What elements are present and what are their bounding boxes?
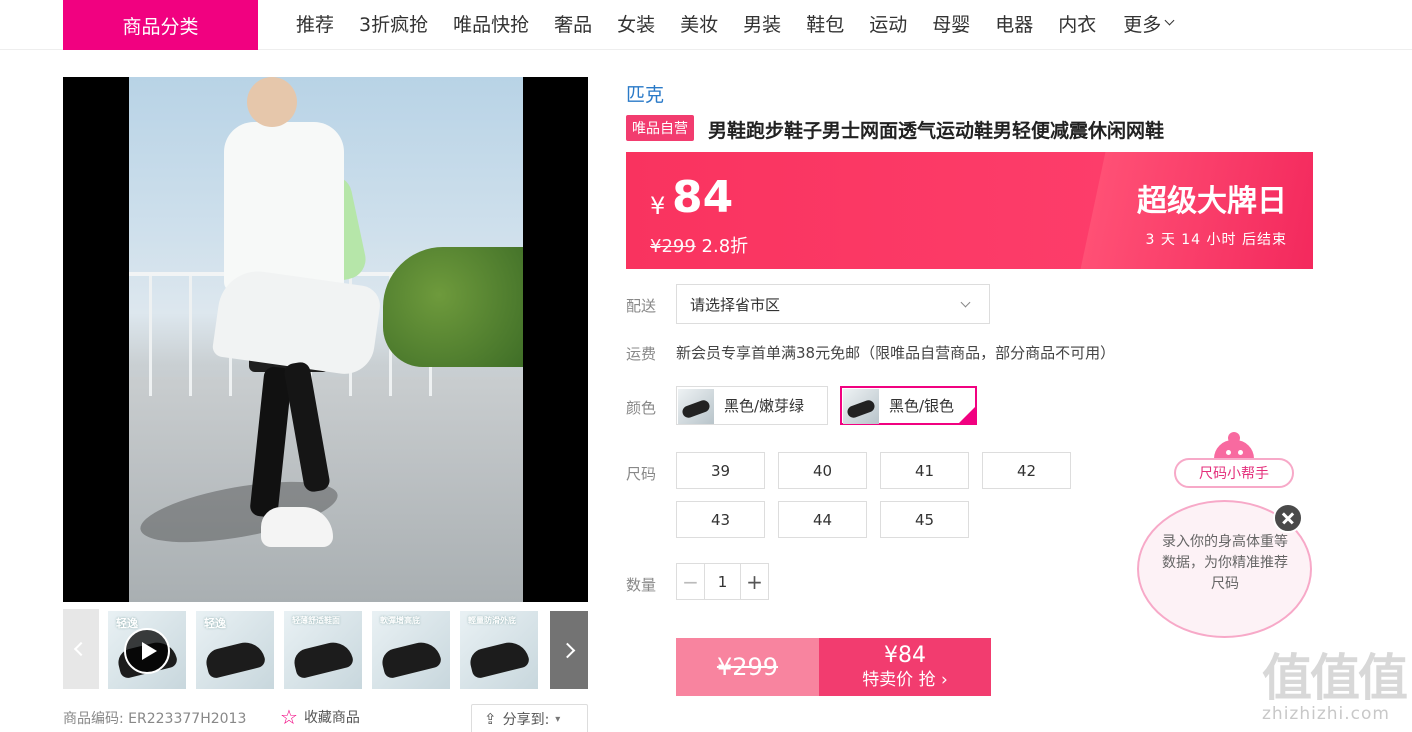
- thumbnail-4[interactable]: 軟彈增高底: [372, 611, 450, 689]
- chevron-down-icon: [960, 297, 971, 308]
- size-option-39[interactable]: 39: [676, 452, 765, 489]
- thumbnail-prev-button[interactable]: [63, 609, 99, 689]
- countdown: 3 天 14 小时 后结束: [1145, 232, 1287, 248]
- currency-symbol: ¥: [650, 192, 666, 220]
- quantity-stepper: − 1 +: [676, 563, 769, 600]
- close-icon[interactable]: [1273, 503, 1303, 533]
- color-option-label: 黑色/嫩芽绿: [724, 397, 805, 415]
- nav-more[interactable]: 更多: [1123, 10, 1175, 37]
- nav-more-label: 更多: [1123, 13, 1162, 36]
- original-price-button[interactable]: ¥299: [676, 638, 819, 696]
- thumbnail-2[interactable]: 轻逸: [196, 611, 274, 689]
- watermark-url: zhizhizhi.com: [1262, 704, 1390, 724]
- chevron-down-icon: [1164, 15, 1175, 26]
- color-swatch: [678, 388, 714, 424]
- size-option-40[interactable]: 40: [778, 452, 867, 489]
- size-helper-button[interactable]: 尺码小帮手: [1174, 458, 1294, 488]
- share-button[interactable]: ⇪ 分享到: ▾: [471, 704, 588, 732]
- self-operated-badge: 唯品自营: [626, 115, 694, 141]
- thumbnail-video[interactable]: 轻逸: [108, 611, 186, 689]
- size-option-42[interactable]: 42: [982, 452, 1071, 489]
- buy-now-button[interactable]: ¥84 特卖价 抢 ›: [819, 638, 991, 696]
- region-select-value: 请选择省市区: [690, 295, 781, 314]
- color-option-label: 黑色/银色: [889, 397, 955, 415]
- size-option-41[interactable]: 41: [880, 452, 969, 489]
- color-label: 颜色: [626, 399, 657, 417]
- thumbnail-5[interactable]: 輕量防滑外底: [460, 611, 538, 689]
- current-price: 84: [672, 172, 734, 223]
- buy-original-price: ¥299: [716, 653, 779, 681]
- thumbnail-caption: 輕量防滑外底: [468, 616, 516, 625]
- main-product-image[interactable]: [63, 77, 588, 602]
- thumbnail-3[interactable]: 轻薄舒适鞋面: [284, 611, 362, 689]
- nav-item-luxury[interactable]: 奢品: [554, 10, 592, 37]
- buy-action-label: 特卖价 抢 ›: [862, 670, 948, 690]
- quantity-minus-button[interactable]: −: [677, 564, 705, 599]
- nav-item-flash-30[interactable]: 3折疯抢: [359, 10, 428, 37]
- nav-item-men[interactable]: 男装: [743, 10, 781, 37]
- nav-items: 推荐 3折疯抢 唯品快抢 奢品 女装 美妆 男装 鞋包 运动 母婴 电器 内衣 …: [296, 0, 1175, 46]
- nav-item-underwear[interactable]: 内衣: [1058, 10, 1096, 37]
- quantity-plus-button[interactable]: +: [740, 564, 768, 599]
- product-code: 商品编码: ER223377H2013: [63, 708, 246, 728]
- caret-down-icon: ▾: [555, 713, 561, 725]
- nav-item-beauty[interactable]: 美妆: [680, 10, 718, 37]
- size-label: 尺码: [626, 465, 657, 483]
- quantity-input[interactable]: 1: [705, 564, 740, 599]
- favorite-label: 收藏商品: [303, 710, 360, 726]
- favorite-button[interactable]: ☆ 收藏商品: [280, 705, 360, 729]
- nav-item-quick-buy[interactable]: 唯品快抢: [453, 10, 529, 37]
- brand-link[interactable]: 匹克: [626, 80, 664, 107]
- original-price-row: ¥299 2.8折: [650, 232, 748, 258]
- top-nav: 商品分类 推荐 3折疯抢 唯品快抢 奢品 女装 美妆 男装 鞋包 运动 母婴 电…: [0, 0, 1412, 50]
- region-select[interactable]: 请选择省市区: [676, 284, 990, 324]
- price-banner: ¥ 84 ¥299 2.8折 超级大牌日 3 天 14 小时 后结束: [626, 152, 1313, 269]
- buy-area: ¥299 ¥84 特卖价 抢 ›: [676, 638, 991, 696]
- nav-item-women[interactable]: 女装: [617, 10, 655, 37]
- discount-rate: 2.8折: [701, 236, 749, 257]
- share-label: 分享到:: [502, 712, 550, 728]
- color-option-green[interactable]: 黑色/嫩芽绿: [676, 386, 828, 425]
- size-option-43[interactable]: 43: [676, 501, 765, 538]
- watermark-logo: 值值值: [1262, 648, 1408, 707]
- size-option-44[interactable]: 44: [778, 501, 867, 538]
- product-title: 男鞋跑步鞋子男士网面透气运动鞋男轻便减震休闲网鞋: [708, 120, 1165, 142]
- nav-item-appliances[interactable]: 电器: [995, 10, 1033, 37]
- freight-label: 运费: [626, 345, 657, 363]
- thumbnail-strip: 轻逸 轻逸 轻薄舒适鞋面 軟彈增高底 輕量防滑外底: [63, 609, 588, 689]
- product-photo: [129, 77, 523, 602]
- chevron-left-icon: [73, 641, 89, 657]
- thumbnail-next-button[interactable]: [550, 611, 588, 689]
- play-icon[interactable]: [124, 628, 170, 674]
- product-code-label: 商品编码:: [63, 711, 124, 727]
- size-helper-text: 录入你的身高体重等数据，为你精准推荐尺码: [1162, 534, 1288, 592]
- site-watermark: 值值值 zhizhizhi.com: [1262, 648, 1408, 732]
- star-icon: ☆: [280, 705, 298, 729]
- event-title: 超级大牌日: [1137, 184, 1287, 219]
- nav-item-recommend[interactable]: 推荐: [296, 10, 334, 37]
- color-swatch: [843, 388, 879, 424]
- nav-item-baby[interactable]: 母婴: [932, 10, 970, 37]
- delivery-label: 配送: [626, 297, 657, 315]
- thumbnail-caption: 轻逸: [116, 617, 138, 630]
- share-icon: ⇪: [484, 710, 497, 728]
- check-icon: [958, 406, 976, 424]
- thumbnail-caption: 軟彈增高底: [380, 616, 420, 625]
- quantity-label: 数量: [626, 576, 657, 594]
- thumbnail-caption: 轻薄舒适鞋面: [292, 616, 340, 625]
- buy-price: ¥84: [884, 643, 926, 668]
- original-price: ¥299: [650, 236, 696, 257]
- color-option-silver[interactable]: 黑色/银色: [840, 386, 977, 425]
- freight-text: 新会员专享首单满38元免邮（限唯品自营商品，部分商品不可用）: [676, 344, 1116, 362]
- thumbnail-caption: 轻逸: [204, 617, 226, 630]
- size-option-45[interactable]: 45: [880, 501, 969, 538]
- product-code-value: ER223377H2013: [128, 711, 247, 727]
- nav-item-sports[interactable]: 运动: [869, 10, 907, 37]
- chevron-right-icon: [559, 642, 575, 658]
- category-button[interactable]: 商品分类: [63, 0, 258, 50]
- nav-item-shoes-bags[interactable]: 鞋包: [806, 10, 844, 37]
